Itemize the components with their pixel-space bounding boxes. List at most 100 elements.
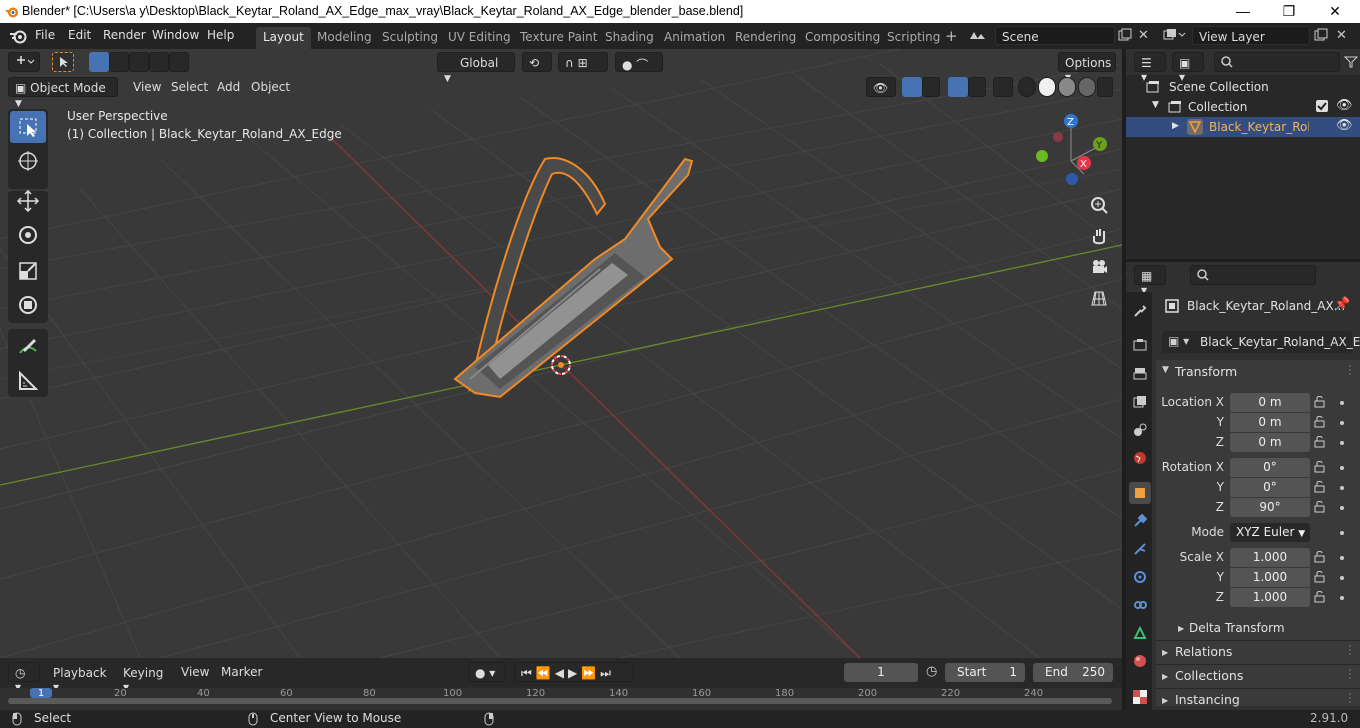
wireframe-shading-icon[interactable] <box>1018 77 1036 97</box>
auto-keying-icon[interactable]: ● ▾ <box>468 662 506 682</box>
lock-icon[interactable] <box>1314 571 1328 583</box>
visibility-icon[interactable]: 👁 <box>866 77 896 97</box>
cursor-tool[interactable] <box>10 145 46 177</box>
scale-x-field[interactable]: 1.000 <box>1230 548 1310 567</box>
physics-tab-icon[interactable] <box>1129 566 1151 588</box>
select-box-tool-icon[interactable] <box>52 52 74 72</box>
tab-shading[interactable]: Shading <box>598 27 661 49</box>
3d-viewport[interactable]: Global ▼ ⟲ ∩ ⊞ ● ⌒ Options ▾ ▣ Object Mo… <box>0 49 1122 658</box>
overlay-dropdown-icon[interactable] <box>968 77 986 97</box>
lock-icon[interactable] <box>1314 396 1328 408</box>
chevron-right-icon[interactable]: ▶ <box>1178 624 1184 633</box>
timeline-menu-view[interactable]: View <box>181 665 209 679</box>
collection-checkbox[interactable] <box>1316 100 1328 112</box>
keyframe-dot-icon[interactable] <box>1340 401 1344 405</box>
transform-section-header[interactable]: Transform <box>1175 364 1237 379</box>
select-mode-extend-icon[interactable] <box>109 52 129 72</box>
expand-arrow-icon[interactable]: ▼ <box>1152 100 1159 110</box>
tab-texture-paint[interactable]: Texture Paint <box>513 27 604 49</box>
menu-help[interactable]: Help <box>207 28 234 42</box>
keyframe-dot-icon[interactable] <box>1340 466 1344 470</box>
outliner-search-input[interactable] <box>1214 52 1340 72</box>
delete-view-layer-icon[interactable]: ✕ <box>1336 28 1347 43</box>
rendered-shading-icon[interactable] <box>1078 77 1096 97</box>
outliner-display-mode-icon[interactable]: ▣ ▾ <box>1172 52 1204 84</box>
outliner-editor-type-icon[interactable]: ☰ ▾ <box>1134 52 1166 84</box>
particles-tab-icon[interactable] <box>1129 538 1151 560</box>
timeline-ruler[interactable]: 1 20 40 60 80 100 120 140 160 180 200 22… <box>0 688 1122 710</box>
scale-tool[interactable] <box>10 255 46 287</box>
chevron-down-icon[interactable]: ▼ <box>1162 365 1169 375</box>
keyframe-dot-icon[interactable] <box>1340 531 1344 535</box>
scale-y-field[interactable]: 1.000 <box>1230 568 1310 587</box>
xray-toggle-icon[interactable] <box>993 77 1013 97</box>
camera-view-icon[interactable] <box>1086 254 1112 280</box>
select-mode-invert-icon[interactable] <box>149 52 169 72</box>
scene-icon[interactable] <box>968 29 988 43</box>
lock-icon[interactable] <box>1314 501 1328 513</box>
transform-orientation-dropdown[interactable]: Global ▼ <box>437 52 515 84</box>
gizmo-dropdown-icon[interactable] <box>922 77 940 97</box>
object-mode-dropdown[interactable]: ▣ Object Mode ▼ <box>8 77 118 109</box>
pivot-point-icon[interactable]: ⟲ <box>522 52 552 72</box>
render-tab-icon[interactable] <box>1129 334 1151 356</box>
object-tab-icon[interactable] <box>1129 482 1151 504</box>
start-frame-field[interactable]: Start 1 <box>945 663 1025 682</box>
keyframe-dot-icon[interactable] <box>1340 556 1344 560</box>
menu-file[interactable]: File <box>35 28 55 42</box>
rotation-y-field[interactable]: 0° <box>1230 478 1310 497</box>
lock-icon[interactable] <box>1314 416 1328 428</box>
drag-handle-icon[interactable]: ⋮⋮ <box>1344 691 1360 705</box>
stopwatch-icon[interactable]: ◷ <box>926 664 937 679</box>
collections-section[interactable]: Collections <box>1175 668 1243 683</box>
annotate-tool[interactable] <box>10 331 46 363</box>
location-x-field[interactable]: 0 m <box>1230 393 1310 412</box>
viewport-menu-add[interactable]: Add <box>217 80 240 94</box>
data-tab-icon[interactable] <box>1129 622 1151 644</box>
maximize-button[interactable]: ❐ <box>1266 1 1312 23</box>
modifier-tab-icon[interactable] <box>1129 510 1151 532</box>
tab-uv-editing[interactable]: UV Editing <box>441 27 518 49</box>
chevron-right-icon[interactable]: ▶ <box>1162 672 1168 681</box>
rotation-x-field[interactable]: 0° <box>1230 458 1310 477</box>
measure-tool[interactable] <box>10 365 46 397</box>
tab-scripting[interactable]: Scripting <box>880 27 947 49</box>
scene-field[interactable]: Scene <box>995 26 1115 45</box>
delta-transform-section[interactable]: Delta Transform <box>1189 621 1285 635</box>
solid-shading-icon[interactable] <box>1038 77 1056 97</box>
editor-type-button[interactable] <box>8 52 40 72</box>
outliner-row-collection[interactable]: ▼ Collection 👁 <box>1126 97 1360 117</box>
view-layer-icon[interactable] <box>1163 28 1187 42</box>
properties-editor-type-icon[interactable]: ▦ ▾ <box>1134 265 1166 297</box>
keying-dropdown[interactable]: Keying ▾ <box>116 662 174 694</box>
expand-arrow-icon[interactable]: ▶ <box>1172 121 1179 131</box>
menu-render[interactable]: Render <box>103 28 146 42</box>
new-scene-icon[interactable] <box>1118 28 1132 42</box>
keyframe-dot-icon[interactable] <box>1340 506 1344 510</box>
texture-tab-icon[interactable] <box>1129 686 1151 708</box>
eye-icon[interactable]: 👁 <box>1336 98 1353 113</box>
tab-layout[interactable]: Layout <box>256 27 311 49</box>
view-layer-field[interactable]: View Layer <box>1192 26 1310 45</box>
current-frame-field[interactable]: 1 <box>844 663 918 682</box>
close-button[interactable]: ✕ <box>1312 1 1358 23</box>
end-frame-field[interactable]: End 250 <box>1033 663 1113 682</box>
menu-edit[interactable]: Edit <box>68 28 91 42</box>
playback-dropdown[interactable]: Playback ▾ <box>46 662 112 694</box>
keyframe-dot-icon[interactable] <box>1340 421 1344 425</box>
select-mode-subtract-icon[interactable] <box>129 52 149 72</box>
chevron-right-icon[interactable]: ▶ <box>1162 696 1168 705</box>
constraints-tab-icon[interactable] <box>1129 594 1151 616</box>
overlay-toggle-icon[interactable] <box>948 77 968 97</box>
tab-animation[interactable]: Animation <box>657 27 732 49</box>
drag-handle-icon[interactable]: ⋮⋮ <box>1344 363 1360 377</box>
add-workspace-icon[interactable]: + <box>945 27 958 45</box>
keyframe-dot-icon[interactable] <box>1340 486 1344 490</box>
delete-scene-icon[interactable]: ✕ <box>1138 28 1149 43</box>
playback-controls[interactable]: ⏮⏪◀▶⏩⏭ <box>514 662 634 682</box>
lock-icon[interactable] <box>1314 551 1328 563</box>
tab-modeling[interactable]: Modeling <box>310 27 379 49</box>
timeline-menu-marker[interactable]: Marker <box>221 665 262 679</box>
object-name-field[interactable]: ▣ ▾ Black_Keytar_Roland_AX_E... <box>1162 331 1360 353</box>
chevron-right-icon[interactable]: ▶ <box>1162 648 1168 657</box>
